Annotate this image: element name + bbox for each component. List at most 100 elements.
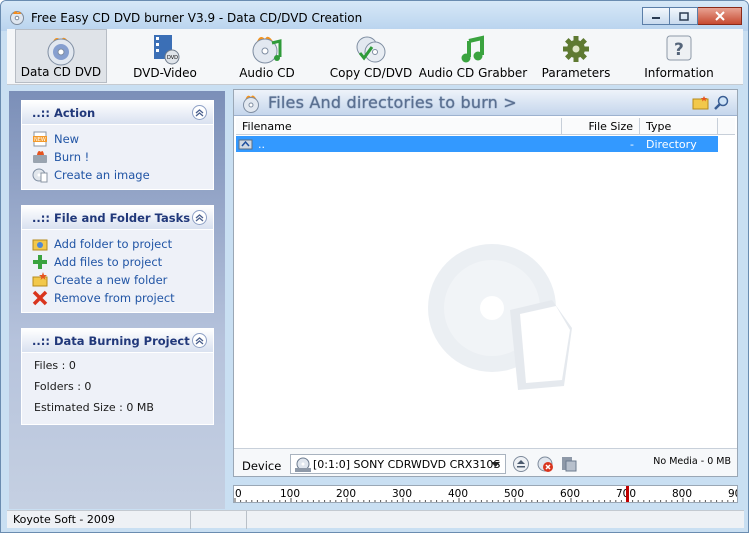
collapse-button[interactable] (192, 105, 207, 120)
ruler-label: 300 (392, 488, 413, 500)
ruler-label: 500 (504, 488, 525, 500)
task-label: New (54, 132, 80, 146)
chevron-down-icon (490, 461, 500, 467)
task-label: Add files to project (54, 255, 163, 269)
toolbar-audio-cd[interactable]: Audio CD (229, 29, 305, 83)
row-type: Directory (646, 137, 697, 151)
task-burn[interactable]: Burn ! (22, 148, 213, 166)
drive-icon (295, 457, 311, 472)
app-window: Free Easy CD DVD burner V3.9 - Data CD/D… (0, 0, 749, 533)
ruler-label: 100 (280, 488, 301, 500)
erase-button[interactable] (536, 455, 554, 473)
panel-title: ..:: Data Burning Project (32, 333, 190, 348)
ruler-label: 800 (672, 488, 693, 500)
toolbar-audio-cd-grabber[interactable]: Audio CD Grabber (419, 29, 527, 83)
column-filename[interactable]: Filename (236, 118, 562, 135)
copy-cd-icon (356, 36, 386, 63)
folders-count: Folders : 0 (34, 380, 92, 393)
main-toolbar: Data CD DVD DVD DVD-Video Audio CD Copy … (7, 29, 743, 85)
task-label: Create an image (54, 168, 150, 182)
action-panel-header[interactable]: ..:: Action (22, 101, 213, 125)
eject-icon (513, 456, 529, 472)
task-new-folder[interactable]: Create a new folder (22, 271, 213, 289)
cd-watermark-icon (428, 244, 572, 390)
svg-text:DVD: DVD (167, 55, 178, 61)
task-pane: ..:: Action NEW New Burn ! Create an ima… (9, 91, 225, 509)
file-list-title: Files And directories to burn > (268, 93, 517, 112)
file-list-tools (689, 95, 731, 111)
maximize-button[interactable] (670, 7, 698, 25)
task-create-image[interactable]: Create an image (22, 166, 213, 184)
close-button[interactable] (698, 7, 742, 25)
column-type[interactable]: Type (640, 118, 718, 135)
panel-title: ..:: Action (32, 105, 96, 120)
toolbar-parameters[interactable]: Parameters (537, 29, 615, 83)
status-copyright: Koyote Soft - 2009 (7, 511, 191, 529)
panel-title: ..:: File and Folder Tasks (32, 210, 191, 225)
row-filename: .. (258, 137, 265, 151)
task-add-folder[interactable]: Add folder to project (22, 235, 213, 253)
help-icon: ? (666, 35, 692, 61)
collapse-button[interactable] (192, 333, 207, 348)
eject-button[interactable] (512, 455, 530, 473)
gear-icon (563, 36, 589, 62)
toolbar-copy-cd-dvd[interactable]: Copy CD/DVD (327, 29, 415, 83)
folder-icon (692, 96, 709, 110)
minimize-button[interactable] (642, 7, 670, 25)
task-label: Burn ! (54, 150, 90, 164)
task-add-files[interactable]: Add files to project (22, 253, 213, 271)
device-selected: [0:1:0] SONY CDRWDVD CRX310S (313, 457, 501, 471)
task-label: Create a new folder (54, 273, 168, 287)
new-folder-button[interactable] (692, 95, 710, 111)
svg-text:NEW: NEW (34, 137, 46, 143)
toolbar-label: Audio CD (239, 66, 295, 80)
column-file-size[interactable]: File Size (562, 118, 640, 135)
file-list-columns: Filename File Size Type (236, 118, 735, 135)
file-list-header: Files And directories to burn > (234, 90, 737, 116)
task-remove[interactable]: Remove from project (22, 289, 213, 307)
ruler-label: 90 (728, 488, 737, 500)
dropdown-arrow[interactable] (488, 458, 502, 471)
tasks-panel-header[interactable]: ..:: File and Folder Tasks (22, 206, 213, 230)
file-folder-tasks-panel: ..:: File and Folder Tasks Add folder to… (21, 205, 214, 313)
ruler-ticks (234, 498, 734, 502)
action-panel: ..:: Action NEW New Burn ! Create an ima… (21, 100, 214, 190)
search-button[interactable] (713, 95, 731, 111)
new-icon: NEW (33, 131, 47, 147)
task-label: Add folder to project (54, 237, 173, 251)
toolbar-dvd-video[interactable]: DVD DVD-Video (123, 29, 207, 83)
add-folder-icon (32, 239, 48, 251)
ruler-label: 600 (560, 488, 581, 500)
device-select[interactable]: [0:1:0] SONY CDRWDVD CRX310S (290, 454, 506, 474)
status-bar: Koyote Soft - 2009 (7, 510, 744, 529)
table-row[interactable]: .. - Directory (236, 136, 718, 152)
audio-cd-icon (252, 36, 282, 64)
ruler-label: 200 (336, 488, 357, 500)
toolbar-data-cd-dvd[interactable]: Data CD DVD (15, 29, 107, 83)
estimated-size: Estimated Size : 0 MB (34, 401, 154, 414)
image-icon (32, 168, 48, 183)
task-new[interactable]: NEW New (22, 130, 213, 148)
capacity-ruler: 0 100 200 300 400 500 600 700 800 90 (233, 485, 738, 503)
row-size: - (630, 137, 634, 151)
burn-icon (33, 151, 47, 163)
toolbar-label: Parameters (541, 66, 611, 80)
burn-disc-icon (243, 95, 259, 113)
title-bar: Free Easy CD DVD burner V3.9 - Data CD/D… (1, 1, 748, 31)
device-label: Device (242, 459, 282, 473)
collapse-button[interactable] (192, 210, 207, 225)
parent-folder-icon (238, 139, 253, 150)
add-files-icon (33, 255, 47, 269)
device-bar: Device [0:1:0] SONY CDRWDVD CRX310S No M… (234, 448, 737, 476)
data-burning-project-panel: ..:: Data Burning Project Files : 0 Fold… (21, 328, 214, 425)
project-panel-header[interactable]: ..:: Data Burning Project (22, 329, 213, 353)
status-cell-middle (191, 511, 247, 529)
capacity-marker (626, 486, 629, 502)
toolbar-label: Information (644, 66, 714, 80)
drive-info-button[interactable] (560, 455, 578, 473)
files-count: Files : 0 (34, 359, 76, 372)
audio-grabber-icon (461, 35, 484, 63)
toolbar-label: Data CD DVD (20, 65, 102, 79)
toolbar-information[interactable]: ? Information (637, 29, 721, 83)
maximize-icon (678, 11, 689, 21)
